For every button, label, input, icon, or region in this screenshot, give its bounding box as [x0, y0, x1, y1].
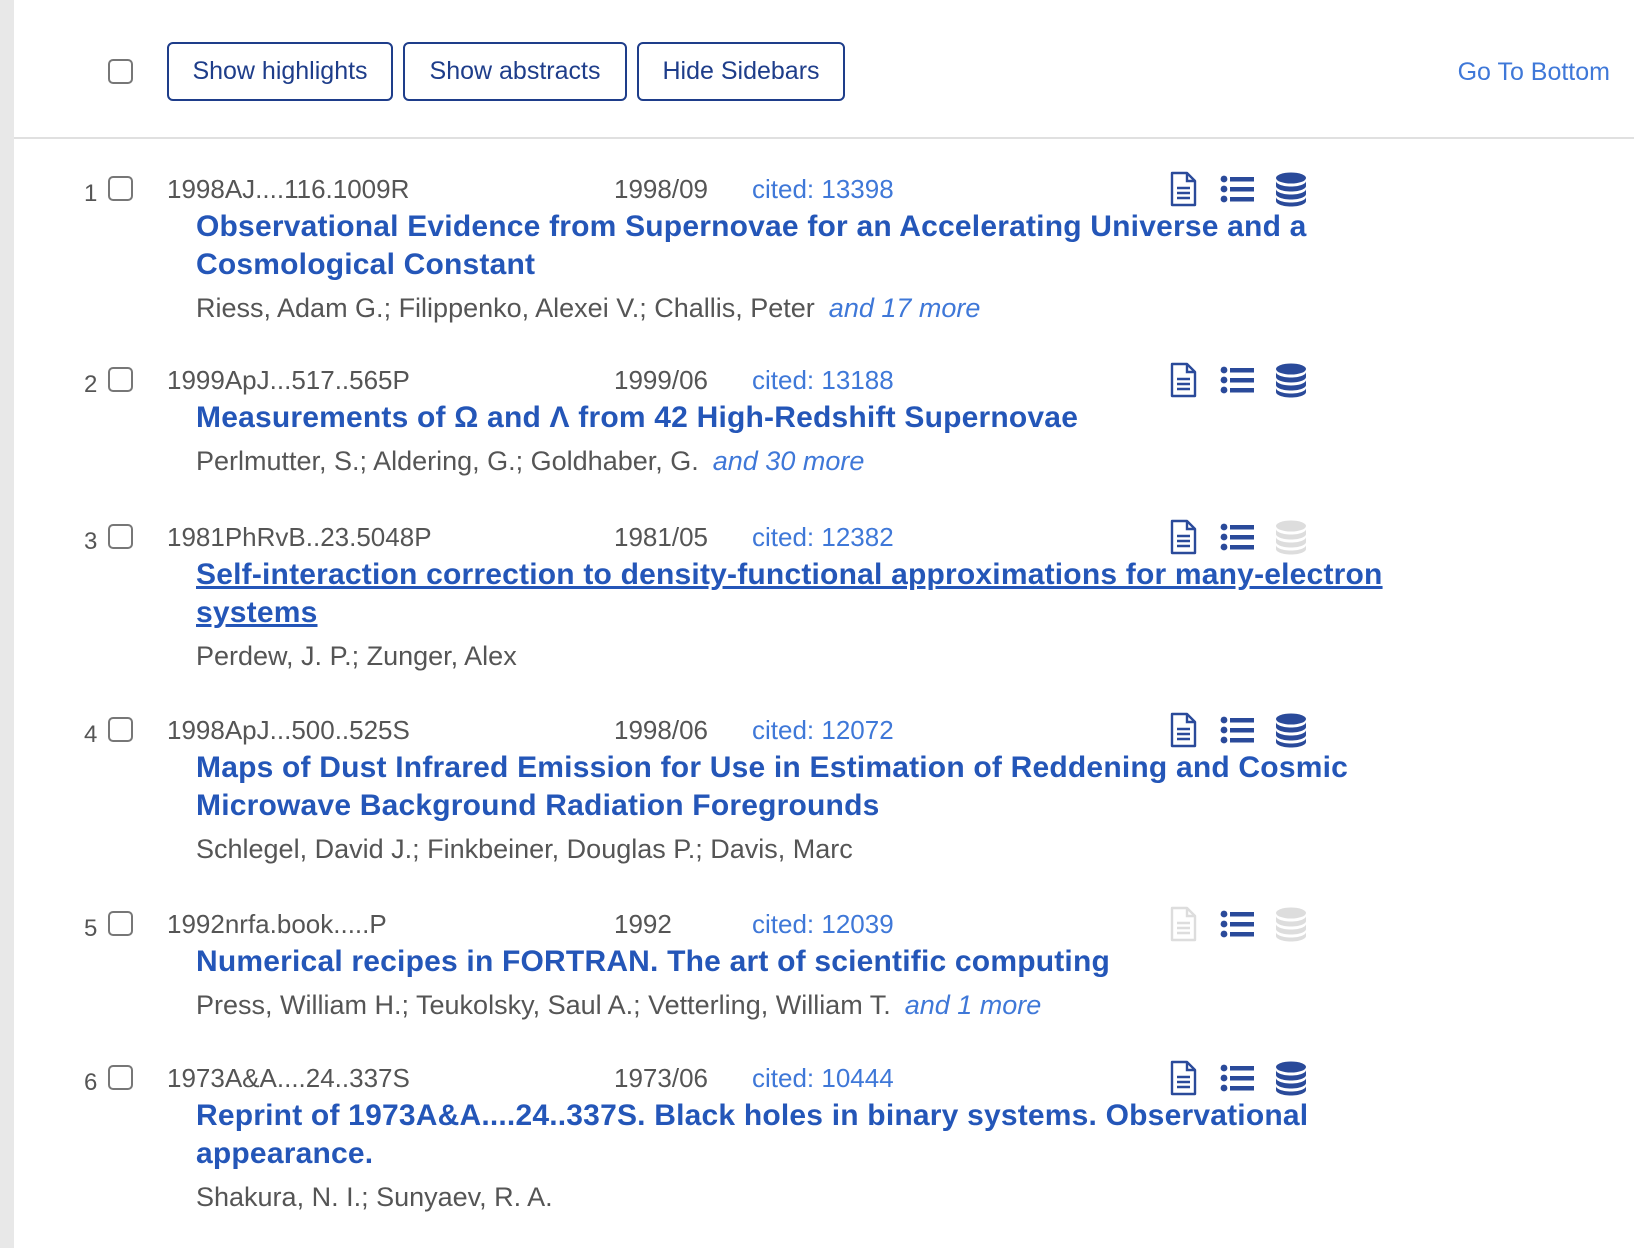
result-title-link[interactable]: Measurements of Ω and Λ from 42 High-Red… — [196, 399, 1456, 437]
result-number: 3 — [84, 528, 98, 555]
citation-count-link[interactable]: cited: 12072 — [752, 715, 894, 745]
authors: Shakura, N. I.; Sunyaev, R. A. — [196, 1182, 553, 1212]
result-checkbox[interactable] — [108, 367, 133, 392]
result-checkbox[interactable] — [108, 176, 133, 201]
full-text-icon[interactable] — [1165, 1059, 1201, 1097]
author-list: Schlegel, David J.; Finkbeiner, Douglas … — [196, 832, 1456, 866]
bibcode: 1998ApJ...500..525S — [167, 715, 410, 745]
citation-count-link[interactable]: cited: 10444 — [752, 1063, 894, 1093]
result-number: 1 — [84, 180, 98, 207]
result-number: 6 — [84, 1069, 98, 1096]
result-body: Numerical recipes in FORTRAN. The art of… — [196, 943, 1456, 1022]
data-icon — [1273, 518, 1309, 556]
result-body: Reprint of 1973A&A....24..337S. Black ho… — [196, 1097, 1456, 1214]
publication-date: 1998/06 — [614, 715, 708, 745]
citation-count-link[interactable]: cited: 12382 — [752, 522, 894, 552]
bibcode: 1981PhRvB..23.5048P — [167, 522, 432, 552]
author-list: Press, William H.; Teukolsky, Saul A.; V… — [196, 988, 1456, 1022]
show-abstracts-button[interactable]: Show abstracts — [403, 42, 627, 101]
result-checkbox[interactable] — [108, 911, 133, 936]
hide-sidebars-button[interactable]: Hide Sidebars — [637, 42, 845, 101]
publication-date: 1981/05 — [614, 522, 708, 552]
more-authors-link[interactable]: and 17 more — [829, 293, 981, 323]
data-icon[interactable] — [1273, 361, 1309, 399]
result-body: Self-interaction correction to density-f… — [196, 556, 1456, 673]
go-to-bottom-link[interactable]: Go To Bottom — [1458, 58, 1610, 87]
references-list-icon[interactable] — [1219, 1059, 1255, 1097]
citation-count-link[interactable]: cited: 13398 — [752, 174, 894, 204]
references-list-icon[interactable] — [1219, 170, 1255, 208]
citation-count-link[interactable]: cited: 12039 — [752, 909, 894, 939]
result-checkbox[interactable] — [108, 524, 133, 549]
citation-count-link[interactable]: cited: 13188 — [752, 365, 894, 395]
publication-date: 1973/06 — [614, 1063, 708, 1093]
references-list-icon[interactable] — [1219, 361, 1255, 399]
authors: Perdew, J. P.; Zunger, Alex — [196, 641, 517, 671]
result-title-link[interactable]: Maps of Dust Infrared Emission for Use i… — [196, 749, 1456, 825]
left-sidebar-edge — [0, 0, 14, 1248]
publication-date: 1999/06 — [614, 365, 708, 395]
result-title-link[interactable]: Self-interaction correction to density-f… — [196, 556, 1456, 632]
data-icon[interactable] — [1273, 711, 1309, 749]
data-icon — [1273, 905, 1309, 943]
authors: Press, William H.; Teukolsky, Saul A.; V… — [196, 990, 891, 1020]
data-icon[interactable] — [1273, 170, 1309, 208]
full-text-icon[interactable] — [1165, 361, 1201, 399]
more-authors-link[interactable]: and 30 more — [713, 446, 865, 476]
result-title-link[interactable]: Observational Evidence from Supernovae f… — [196, 208, 1456, 284]
select-all-checkbox[interactable] — [108, 59, 133, 84]
result-title-link[interactable]: Numerical recipes in FORTRAN. The art of… — [196, 943, 1456, 981]
publication-date: 1998/09 — [614, 174, 708, 204]
references-list-icon[interactable] — [1219, 905, 1255, 943]
full-text-icon[interactable] — [1165, 170, 1201, 208]
references-list-icon[interactable] — [1219, 518, 1255, 556]
result-number: 2 — [84, 371, 98, 398]
full-text-icon[interactable] — [1165, 711, 1201, 749]
more-authors-link[interactable]: and 1 more — [905, 990, 1042, 1020]
authors: Riess, Adam G.; Filippenko, Alexei V.; C… — [196, 293, 815, 323]
full-text-icon — [1165, 905, 1201, 943]
author-list: Perlmutter, S.; Aldering, G.; Goldhaber,… — [196, 444, 1456, 478]
publication-date: 1992 — [614, 909, 672, 939]
result-title-link[interactable]: Reprint of 1973A&A....24..337S. Black ho… — [196, 1097, 1456, 1173]
results-toolbar: Show highlights Show abstracts Hide Side… — [14, 0, 1634, 139]
result-body: Measurements of Ω and Λ from 42 High-Red… — [196, 399, 1456, 478]
result-checkbox[interactable] — [108, 717, 133, 742]
result-number: 5 — [84, 915, 98, 942]
bibcode: 1992nrfa.book.....P — [167, 909, 387, 939]
result-checkbox[interactable] — [108, 1065, 133, 1090]
data-icon[interactable] — [1273, 1059, 1309, 1097]
result-body: Maps of Dust Infrared Emission for Use i… — [196, 749, 1456, 866]
result-body: Observational Evidence from Supernovae f… — [196, 208, 1456, 325]
bibcode: 1998AJ....116.1009R — [167, 174, 410, 204]
full-text-icon[interactable] — [1165, 518, 1201, 556]
author-list: Riess, Adam G.; Filippenko, Alexei V.; C… — [196, 291, 1456, 325]
author-list: Shakura, N. I.; Sunyaev, R. A. — [196, 1180, 1456, 1214]
show-highlights-button[interactable]: Show highlights — [167, 42, 393, 101]
references-list-icon[interactable] — [1219, 711, 1255, 749]
result-number: 4 — [84, 721, 98, 748]
authors: Schlegel, David J.; Finkbeiner, Douglas … — [196, 834, 853, 864]
bibcode: 1973A&A....24..337S — [167, 1063, 410, 1093]
bibcode: 1999ApJ...517..565P — [167, 365, 410, 395]
authors: Perlmutter, S.; Aldering, G.; Goldhaber,… — [196, 446, 699, 476]
author-list: Perdew, J. P.; Zunger, Alex — [196, 639, 1456, 673]
